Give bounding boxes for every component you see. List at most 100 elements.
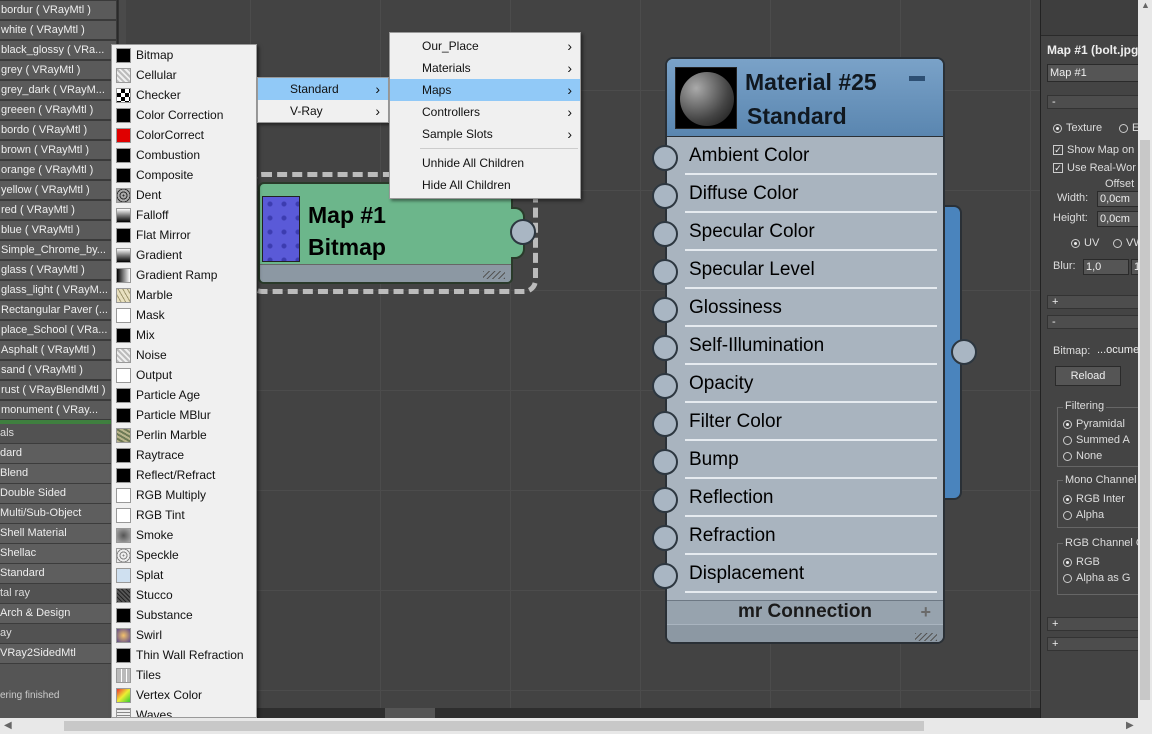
context-menu-item[interactable]: Maps › (390, 79, 580, 101)
material-list-item[interactable]: bordur ( VRayMtl ) (0, 0, 117, 20)
slot-input-socket[interactable] (652, 259, 678, 285)
map-type-item[interactable]: Speckle (112, 545, 256, 565)
map-type-item[interactable]: Checker (112, 85, 256, 105)
width-field[interactable]: 0,0cm (1097, 191, 1138, 207)
map-type-item[interactable]: Swirl (112, 625, 256, 645)
material-slot[interactable]: Specular Color (667, 213, 943, 251)
material-list-item[interactable]: grey ( VRayMtl ) (0, 60, 117, 80)
material-list-item[interactable]: white ( VRayMtl ) (0, 20, 117, 40)
material-list-item[interactable]: rust ( VRayBlendMtl ) (0, 380, 117, 400)
material-list-item[interactable]: sand ( VRayMtl ) (0, 360, 117, 380)
material-browser-list[interactable]: bordur ( VRayMtl ) white ( VRayMtl ) black… (0, 0, 118, 718)
checkbox-icon[interactable]: ✓ (1053, 163, 1063, 174)
environ-radio[interactable] (1119, 123, 1128, 133)
material-list-item[interactable]: red ( VRayMtl ) (0, 200, 117, 220)
map-type-item[interactable]: Flat Mirror (112, 225, 256, 245)
material-category-item[interactable]: Standard (0, 564, 117, 584)
material-category-item[interactable]: VRay2SidedMtl (0, 644, 117, 664)
map-type-item[interactable]: Mask (112, 305, 256, 325)
texture-radio[interactable] (1053, 123, 1062, 133)
map-category-submenu[interactable]: Standard › V-Ray › (257, 77, 389, 123)
map-type-item[interactable]: Substance (112, 605, 256, 625)
map-type-item[interactable]: Particle Age (112, 385, 256, 405)
graph-context-menu[interactable]: Our_Place › Materials › Maps › Controllers › Sam… (389, 32, 581, 199)
bitmap-output-socket[interactable] (510, 219, 536, 245)
slot-input-socket[interactable] (652, 373, 678, 399)
radio-icon[interactable] (1063, 573, 1072, 583)
texture-option[interactable]: Texture (1053, 122, 1102, 134)
slot-input-socket[interactable] (652, 183, 678, 209)
radio-option[interactable]: Alpha (1063, 509, 1104, 521)
scroll-up-icon[interactable]: ▲ (1141, 0, 1150, 10)
rollout-header-collapsed-2[interactable]: + (1047, 637, 1138, 651)
show-map-checkbox[interactable]: ✓ Show Map on (1053, 144, 1134, 156)
bitmap-path-button[interactable]: ...ocume (1095, 343, 1138, 359)
slot-input-socket[interactable] (652, 297, 678, 323)
material-node-header[interactable]: Material #25 Standard (667, 59, 943, 137)
material-list-item[interactable]: Rectangular Paver (... (0, 300, 117, 320)
scroll-left-icon[interactable]: ◀ (4, 720, 12, 731)
material-list-item[interactable]: glass_light ( VRayM... (0, 280, 117, 300)
map-type-item[interactable]: Raytrace (112, 445, 256, 465)
radio-option[interactable]: Alpha as G (1063, 572, 1130, 584)
blur-field[interactable]: 1,0 (1083, 259, 1129, 275)
slot-input-socket[interactable] (652, 411, 678, 437)
material-category-item[interactable]: Blend (0, 464, 117, 484)
environ-option[interactable]: E (1119, 122, 1138, 134)
radio-option[interactable]: None (1063, 450, 1102, 462)
material-slot[interactable]: Ambient Color (667, 137, 943, 175)
vw-radio[interactable] (1113, 238, 1122, 248)
map-type-item[interactable]: Composite (112, 165, 256, 185)
map-type-item[interactable]: Tiles (112, 665, 256, 685)
radio-icon[interactable] (1063, 557, 1072, 567)
horizontal-scroll-thumb[interactable] (64, 721, 924, 731)
radio-icon[interactable] (1063, 419, 1072, 429)
map-type-item[interactable]: Dent (112, 185, 256, 205)
material-category-item[interactable]: tal ray (0, 584, 117, 604)
map-name-field[interactable]: Map #1 (1047, 64, 1138, 82)
material-slot[interactable]: Filter Color (667, 403, 943, 441)
slot-input-socket[interactable] (652, 449, 678, 475)
slot-input-socket[interactable] (652, 221, 678, 247)
material-list-item[interactable]: Simple_Chrome_by... (0, 240, 117, 260)
map-type-item[interactable]: Particle MBlur (112, 405, 256, 425)
material-slot[interactable]: Opacity (667, 365, 943, 403)
map-type-item[interactable]: Mix (112, 325, 256, 345)
map-type-item[interactable]: Perlin Marble (112, 425, 256, 445)
material-list-item[interactable]: brown ( VRayMtl ) (0, 140, 117, 160)
material-category-item[interactable]: dard (0, 444, 117, 464)
map-type-item[interactable]: Bitmap (112, 45, 256, 65)
material-slot[interactable]: Reflection (667, 479, 943, 517)
uv-option[interactable]: UV (1071, 237, 1099, 249)
resize-grip-icon[interactable] (483, 271, 505, 279)
real-world-checkbox[interactable]: ✓ Use Real-Wor (1053, 162, 1136, 174)
radio-option[interactable]: RGB (1063, 556, 1100, 568)
material-slot[interactable]: Displacement (667, 555, 943, 593)
material-list-item[interactable]: monument ( VRay... (0, 400, 117, 420)
context-menu-item[interactable]: Sample Slots › (390, 123, 580, 145)
radio-icon[interactable] (1063, 451, 1072, 461)
map-type-item[interactable]: Noise (112, 345, 256, 365)
map-type-item[interactable]: Smoke (112, 525, 256, 545)
mr-connection-rollout[interactable]: mr Connection + (667, 600, 943, 624)
map-type-item[interactable]: Gradient (112, 245, 256, 265)
material-category-item[interactable]: ay (0, 624, 117, 644)
material-category-item[interactable]: Shellac (0, 544, 117, 564)
map-type-item[interactable]: Splat (112, 565, 256, 585)
canvas-navigator-thumb[interactable] (385, 708, 435, 718)
vertical-scroll-thumb[interactable] (1140, 140, 1150, 700)
map-type-item[interactable]: RGB Tint (112, 505, 256, 525)
radio-option[interactable]: Pyramidal (1063, 418, 1125, 430)
map-type-item[interactable]: ColorCorrect (112, 125, 256, 145)
material-category-item[interactable]: Multi/Sub-Object (0, 504, 117, 524)
material-node[interactable]: Material #25 Standard Ambient Color Diffu… (665, 57, 945, 644)
coordinates-rollout-header[interactable]: - (1047, 95, 1138, 109)
material-slot[interactable]: Self-Illumination (667, 327, 943, 365)
material-list-item[interactable]: grey_dark ( VRayM... (0, 80, 117, 100)
slot-input-socket[interactable] (652, 145, 678, 171)
material-list-item[interactable]: Asphalt ( VRayMtl ) (0, 340, 117, 360)
slot-input-socket[interactable] (652, 525, 678, 551)
material-category-item[interactable]: Double Sided (0, 484, 117, 504)
rollout-header-collapsed-1[interactable]: + (1047, 617, 1138, 631)
material-slot[interactable]: Diffuse Color (667, 175, 943, 213)
